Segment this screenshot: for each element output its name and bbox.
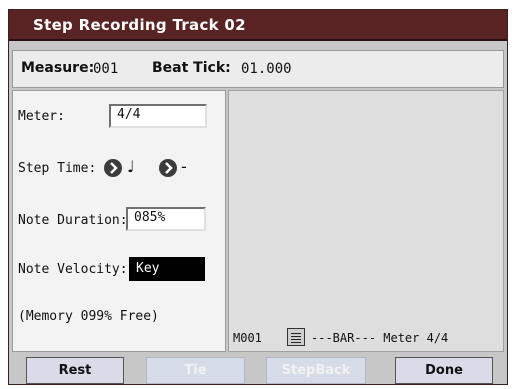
tie-button[interactable]: Tie bbox=[146, 357, 245, 384]
note-velocity-field[interactable]: Key bbox=[129, 257, 205, 281]
note-duration-label: Note Duration: bbox=[18, 213, 128, 228]
window-title: Step Recording Track 02 bbox=[33, 16, 246, 34]
parameter-panel: Meter: 4/4 Step Time: ♩ - Note Duration:… bbox=[12, 90, 226, 352]
step-modifier-knob[interactable] bbox=[159, 159, 177, 177]
event-measure: M001 bbox=[233, 331, 262, 345]
list-icon[interactable] bbox=[287, 328, 305, 346]
stepback-button[interactable]: StepBack bbox=[266, 357, 366, 384]
meter-field[interactable]: 4/4 bbox=[109, 104, 207, 128]
beat-tick-label: Beat Tick: bbox=[152, 60, 231, 76]
done-button[interactable]: Done bbox=[395, 357, 493, 384]
step-recording-window: Step Recording Track 02 Measure: 001 Bea… bbox=[8, 9, 508, 385]
step-time-label: Step Time: bbox=[18, 161, 97, 176]
beat-tick-value: 01.000 bbox=[241, 61, 292, 77]
quarter-note-icon: ♩ bbox=[127, 157, 135, 176]
rest-button[interactable]: Rest bbox=[26, 357, 124, 384]
event-list-panel[interactable]: M001 ---BAR--- Meter 4/4 bbox=[228, 90, 504, 352]
step-modifier-value: - bbox=[181, 157, 187, 176]
note-velocity-label: Note Velocity: bbox=[18, 262, 128, 277]
title-bar: Step Recording Track 02 bbox=[9, 10, 507, 41]
position-info-bar: Measure: 001 Beat Tick: 01.000 bbox=[12, 50, 504, 88]
step-time-knob[interactable] bbox=[104, 159, 122, 177]
button-bar: Rest Tie StepBack Done bbox=[9, 354, 507, 384]
measure-value: 001 bbox=[93, 61, 119, 77]
note-duration-field[interactable]: 085% bbox=[126, 207, 206, 231]
meter-label: Meter: bbox=[18, 109, 65, 124]
memory-status: (Memory 099% Free) bbox=[18, 309, 159, 324]
event-entry: ---BAR--- Meter 4/4 bbox=[311, 331, 449, 345]
measure-label: Measure: bbox=[21, 60, 95, 76]
